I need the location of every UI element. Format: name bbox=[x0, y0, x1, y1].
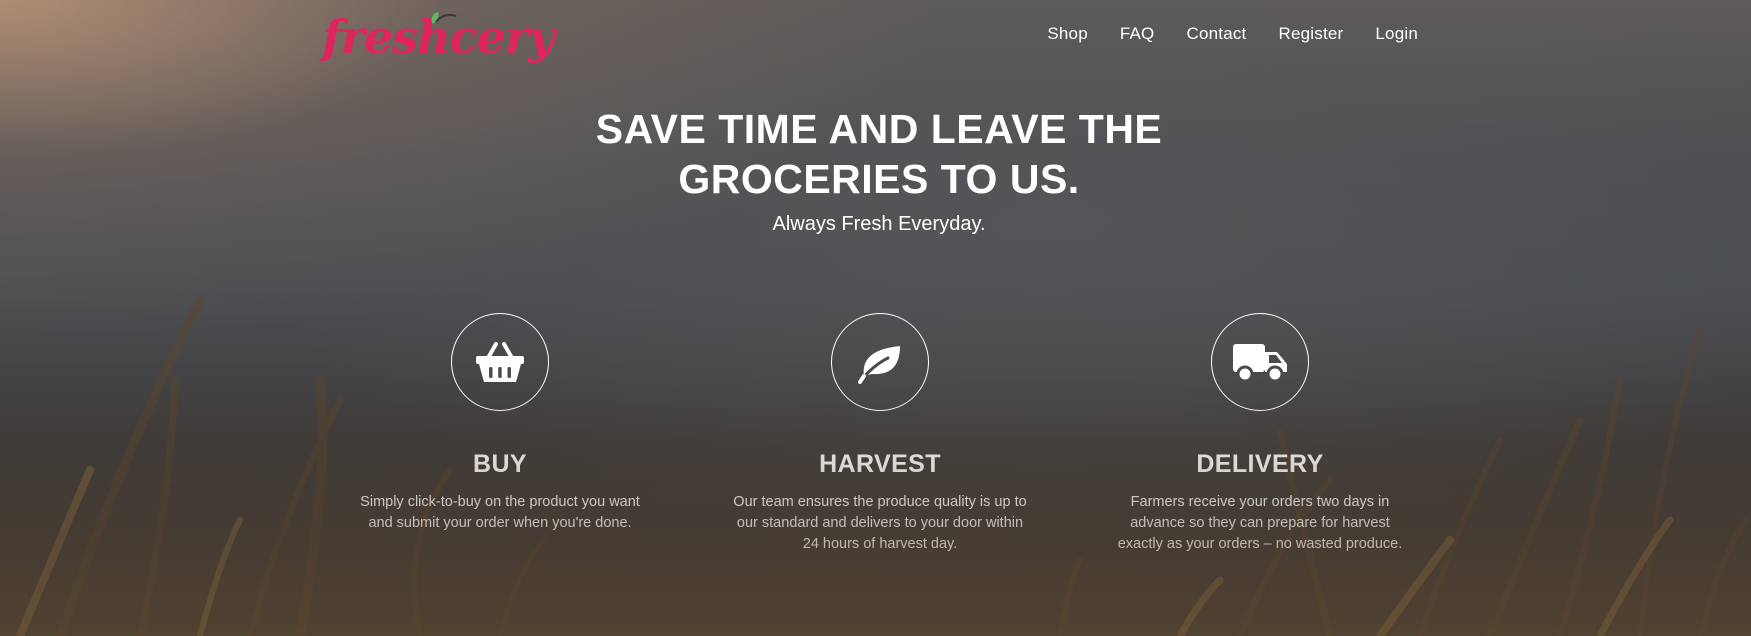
leaf-icon bbox=[858, 346, 900, 384]
feature-description: Simply click-to-buy on the product you w… bbox=[360, 494, 640, 531]
feature-description: Farmers receive your orders two days in … bbox=[1117, 494, 1403, 552]
feature-icon-circle bbox=[831, 313, 929, 411]
nav-link-contact[interactable]: Contact bbox=[1186, 24, 1246, 43]
nav-link-register[interactable]: Register bbox=[1278, 24, 1343, 43]
nav-item-login: Login bbox=[1375, 24, 1418, 44]
feature-delivery: DELIVERY Farmers receive your orders two… bbox=[1110, 313, 1410, 555]
hero-section: freshcery Shop FAQ Contact Register Logi… bbox=[0, 0, 1751, 636]
feature-description: Our team ensures the produce quality is … bbox=[733, 494, 1027, 552]
feature-harvest: HARVEST Our team ensures the produce qua… bbox=[730, 313, 1030, 555]
hero-headline: SAVE TIME AND LEAVE THE GROCERIES TO US. bbox=[0, 104, 1751, 204]
feature-title: HARVEST bbox=[819, 450, 941, 478]
feature-title: BUY bbox=[473, 450, 527, 478]
nav-item-contact: Contact bbox=[1186, 24, 1246, 44]
hero-headline-line-1: SAVE TIME AND LEAVE THE bbox=[595, 106, 1163, 152]
nav-link-login[interactable]: Login bbox=[1375, 24, 1418, 43]
feature-buy: BUY Simply click-to-buy on the product y… bbox=[350, 313, 650, 534]
hero-headline-line-2: GROCERIES TO US. bbox=[678, 156, 1080, 202]
logo-leaf-icon bbox=[431, 12, 457, 24]
nav-link-shop[interactable]: Shop bbox=[1047, 24, 1088, 43]
feature-icon-circle bbox=[451, 313, 549, 411]
feature-icon-circle bbox=[1211, 313, 1309, 411]
nav-item-register: Register bbox=[1278, 24, 1343, 44]
nav-item-faq: FAQ bbox=[1120, 24, 1155, 44]
feature-title: DELIVERY bbox=[1196, 450, 1324, 478]
hero-tagline: Always Fresh Everyday. bbox=[772, 213, 986, 235]
freshcery-logo[interactable]: freshcery bbox=[322, 6, 555, 70]
main-nav: Shop FAQ Contact Register Login bbox=[1047, 24, 1418, 44]
nav-link-faq[interactable]: FAQ bbox=[1120, 24, 1155, 43]
truck-icon bbox=[1233, 344, 1287, 383]
nav-item-shop: Shop bbox=[1047, 24, 1088, 44]
basket-icon bbox=[476, 342, 524, 382]
